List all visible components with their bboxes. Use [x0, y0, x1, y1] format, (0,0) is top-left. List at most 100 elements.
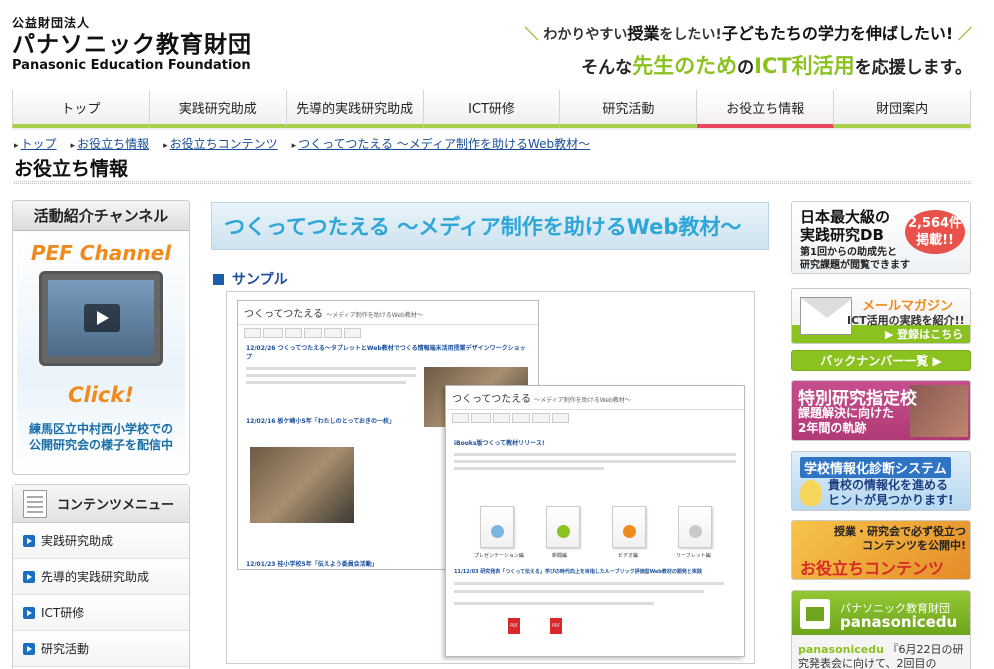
- chevron-right-icon: ▸: [14, 141, 19, 151]
- text-line: [454, 467, 604, 470]
- square-bullet-icon: [213, 273, 224, 285]
- diagnosis-system-banner[interactable]: 学校情報化診断システム 貴校の情報化を進める ヒントが見つかります!: [791, 451, 971, 511]
- tweet-user[interactable]: panasonicedu: [798, 643, 884, 656]
- breadcrumb-top[interactable]: トップ: [21, 137, 57, 151]
- breadcrumb-useful-info[interactable]: お役立ち情報: [77, 137, 149, 151]
- book-caption: リーフレット編: [676, 553, 711, 559]
- shot-tab: [244, 328, 261, 338]
- chevron-right-icon: ▸: [291, 141, 297, 151]
- shot-tab: [303, 328, 322, 338]
- contents-menu: コンテンツメニュー 実践研究助成 先導的実践研究助成 ICT研修 研究活動: [12, 484, 190, 669]
- nav-divider: [12, 128, 971, 130]
- pdf-icon: PDF: [550, 618, 562, 634]
- db-desc-line1: 第1回からの助成先と: [800, 247, 897, 258]
- useful-contents-banner[interactable]: 授業・研究会で必ず役立つ コンテンツを公開中! お役立ちコンテンツ: [791, 520, 971, 580]
- nav-useful-info[interactable]: お役立ち情報: [697, 90, 835, 128]
- activity-channel-box[interactable]: 活動紹介チャンネル PEF Channel Click! 練馬区立中村西小学校で…: [12, 200, 190, 475]
- text-line: [246, 381, 406, 384]
- diag-sub-line1: 貴校の情報化を進める: [828, 478, 949, 492]
- db-line1: 日本最大級の: [800, 208, 891, 226]
- db-heading: 日本最大級の 実践研究DB: [800, 208, 890, 244]
- twitter-widget[interactable]: パナソニック教育財団 panasonicedu panasonicedu 『6月…: [791, 590, 971, 669]
- title-divider: [14, 181, 971, 184]
- breadcrumb-useful-contents[interactable]: お役立ちコンテンツ: [170, 137, 278, 151]
- tagline1-d: 子どもたちの学力を伸ばしたい!: [721, 24, 954, 43]
- diag-sub-line2: ヒントが見つかります!: [828, 493, 954, 507]
- menu-item-label: ICT研修: [41, 606, 85, 620]
- shot-tab: [452, 413, 469, 423]
- contents-menu-heading: コンテンツメニュー: [13, 485, 189, 523]
- contents-menu-title: コンテンツメニュー: [57, 498, 175, 513]
- menu-item-research[interactable]: 研究活動: [13, 631, 189, 667]
- nav-practice-grant[interactable]: 実践研究助成: [149, 90, 287, 128]
- special-subtitle: 課題解決に向けた 2年間の軌跡: [798, 406, 894, 436]
- breadcrumb-current[interactable]: つくってつたえる 〜メディア制作を助けるWeb教材〜: [298, 137, 590, 151]
- tagline2-a: そんな: [581, 58, 633, 78]
- backnumber-button[interactable]: バックナンバー一覧 ▶: [791, 350, 971, 371]
- org-name-en: Panasonic Education Foundation: [12, 58, 251, 73]
- org-name: パナソニック教育財団: [12, 32, 252, 58]
- special-sub-line1: 課題解決に向けた: [798, 406, 895, 420]
- nav-research[interactable]: 研究活動: [560, 90, 698, 128]
- shot-tab: [284, 328, 302, 338]
- pef-channel-logo: PEF Channel: [30, 241, 172, 265]
- menu-item-practice-grant[interactable]: 実践研究助成: [13, 523, 189, 559]
- shot-tab: [511, 413, 530, 423]
- pdf-icon: PDF: [508, 618, 520, 634]
- book-icon: [678, 506, 712, 548]
- tagline: ＼ わかりやすい授業をしたい!子どもたちの学力を伸ばしたい! ／ そんな先生のた…: [525, 20, 972, 80]
- nav-leading-grant[interactable]: 先導的実践研究助成: [286, 90, 424, 128]
- diagnosis-subtitle: 貴校の情報化を進める ヒントが見つかります!: [828, 478, 953, 508]
- shot2-tabs: [446, 410, 744, 426]
- breadcrumb-item[interactable]: ▸ トップ: [14, 135, 57, 152]
- channel-banner[interactable]: PEF Channel Click! 練馬区立中村西小学校での 公開研究会の様子…: [17, 233, 185, 471]
- nav-about[interactable]: 財団案内: [834, 90, 972, 128]
- db-desc-line2: 研究課題が閲覧できます: [800, 260, 910, 271]
- document-icon: [23, 489, 47, 518]
- mail-magazine-banner[interactable]: メールマガジン ICT活用の実践を紹介!! ▶ 登録はこちら: [791, 288, 971, 344]
- arrow-right-icon: [23, 606, 35, 619]
- db-count-label: 掲載!!: [916, 233, 954, 248]
- content-title: つくってつたえる 〜メディア制作を助けるWeb教材〜: [224, 215, 742, 239]
- shot-tab: [470, 413, 491, 423]
- db-line2: 実践研究DB: [800, 226, 884, 244]
- book-icon: [480, 506, 514, 548]
- arrow-right-icon: [23, 642, 35, 655]
- mail-register-button[interactable]: ▶ 登録はこちら: [880, 327, 968, 343]
- text-line: [454, 453, 736, 456]
- nav-ict-training[interactable]: ICT研修: [423, 90, 561, 128]
- shot1-link-3: 12/01/23 桂小学校5年「伝えよう委員会活動」: [246, 561, 378, 568]
- tagline-line1: ＼ わかりやすい授業をしたい!子どもたちの学力を伸ばしたい! ／: [525, 20, 972, 44]
- breadcrumb-item[interactable]: ▸ お役立ちコンテンツ: [163, 135, 278, 152]
- mail-subtitle: ICT活用の実践を紹介!!: [847, 314, 965, 327]
- special-school-banner[interactable]: 特別研究指定校 課題解決に向けた 2年間の軌跡: [791, 380, 971, 441]
- tagline2-d: ICT利活用: [754, 54, 855, 78]
- nav-top[interactable]: トップ: [12, 90, 150, 128]
- sample-image: つくってつたえる 〜メディア制作を助けるWeb教材〜 12/02/26 つくって…: [226, 291, 755, 664]
- shot1-photo-2: [250, 447, 354, 523]
- shot-tab: [323, 328, 343, 338]
- twitter-handle[interactable]: panasonicedu: [840, 613, 957, 631]
- shot1-title-text: つくってつたえる: [244, 309, 323, 320]
- video-thumbnail: [48, 280, 154, 356]
- breadcrumb-item[interactable]: ▸ お役立ち情報: [71, 135, 150, 152]
- click-label: Click!: [68, 383, 134, 407]
- shot1-tabs: [238, 325, 538, 341]
- sample-heading: サンプル: [213, 269, 288, 289]
- shot-tab: [262, 328, 283, 338]
- org-logo[interactable]: 公益財団法人 パナソニック教育財団 Panasonic Education Fo…: [12, 14, 252, 73]
- menu-item-label: 実践研究助成: [41, 534, 114, 548]
- content-title-box: つくってつたえる 〜メディア制作を助けるWeb教材〜: [211, 202, 769, 250]
- db-count: 2,564件: [907, 216, 963, 231]
- useful-sub-line1: 授業・研究会で必ず役立つ: [834, 525, 966, 538]
- menu-item-ict-training[interactable]: ICT研修: [13, 595, 189, 631]
- text-line: [454, 590, 704, 593]
- practice-db-banner[interactable]: 日本最大級の 実践研究DB 2,564件 掲載!! 第1回からの助成先と 研究課…: [791, 201, 971, 274]
- breadcrumb-item[interactable]: ▸ つくってつたえる 〜メディア制作を助けるWeb教材〜: [292, 135, 590, 152]
- tagline1-c: をしたい!: [659, 27, 722, 43]
- channel-heading: 活動紹介チャンネル: [13, 201, 189, 231]
- slash-deco-icon: ／: [958, 27, 972, 43]
- tagline1-a: わかりやすい: [543, 27, 628, 43]
- org-type: 公益財団法人: [12, 16, 91, 30]
- menu-item-leading-grant[interactable]: 先導的実践研究助成: [13, 559, 189, 595]
